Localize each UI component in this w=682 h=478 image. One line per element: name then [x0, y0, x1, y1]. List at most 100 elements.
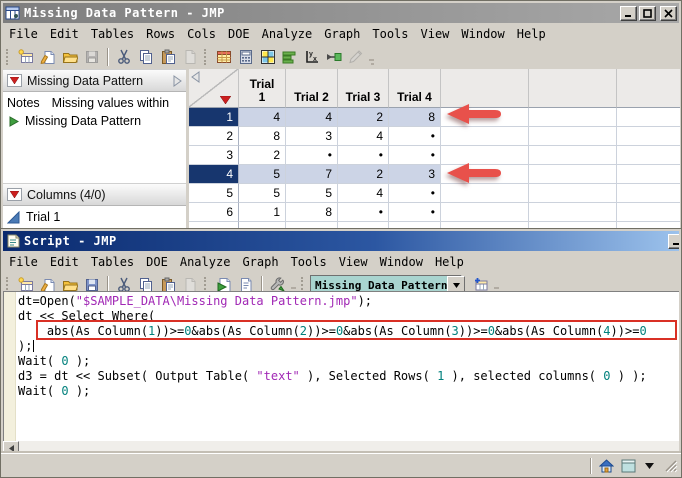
code-line[interactable]: );: [18, 339, 679, 354]
menu-view[interactable]: View: [333, 253, 374, 271]
toolbar-overflow-icon[interactable]: [367, 48, 376, 66]
menu-view[interactable]: View: [415, 25, 456, 43]
menu-help[interactable]: Help: [429, 253, 470, 271]
data-cell[interactable]: 8: [286, 203, 338, 222]
menu-window[interactable]: Window: [374, 253, 429, 271]
menu-tools[interactable]: Tools: [285, 253, 333, 271]
window-list-icon[interactable]: [621, 459, 636, 473]
bar-chart-button[interactable]: [279, 46, 301, 68]
menu-cols[interactable]: Cols: [181, 25, 222, 43]
titlebar[interactable]: Missing Data Pattern - JMP: [3, 3, 679, 23]
column-header-trial-3[interactable]: Trial 3: [338, 69, 389, 108]
data-cell[interactable]: 1: [239, 203, 286, 222]
new-journal-button[interactable]: [37, 46, 59, 68]
resize-grip-icon[interactable]: [663, 458, 678, 473]
data-cell[interactable]: [617, 184, 680, 203]
data-cell[interactable]: 4: [286, 108, 338, 127]
column-header-trial-1[interactable]: Trial 1: [239, 69, 286, 108]
red-triangle-menu-icon[interactable]: [7, 74, 22, 87]
grid-collapse-icon[interactable]: [191, 71, 200, 86]
minimize-button[interactable]: [668, 233, 679, 249]
titlebar[interactable]: Script - JMP: [3, 231, 679, 251]
data-cell[interactable]: [617, 108, 680, 127]
code-line[interactable]: d3 = dt << Subset( Output Table( "text" …: [18, 369, 679, 384]
data-cell[interactable]: 4: [338, 184, 389, 203]
data-cell[interactable]: [441, 184, 529, 203]
data-cell[interactable]: 2: [239, 146, 286, 165]
row-number-cell[interactable]: 1: [189, 108, 239, 127]
window-grid-button[interactable]: [257, 46, 279, 68]
grid-corner-cell[interactable]: [189, 69, 239, 108]
menu-help[interactable]: Help: [511, 25, 552, 43]
toolbar-gripper[interactable]: [204, 49, 209, 65]
table-row[interactable]: 3 2 • • •: [189, 146, 680, 165]
data-cell[interactable]: [529, 203, 617, 222]
row-number-cell[interactable]: 2: [189, 127, 239, 146]
data-cell[interactable]: 5: [239, 184, 286, 203]
maximize-button[interactable]: [639, 5, 656, 21]
column-header-trial-4[interactable]: Trial 4: [389, 69, 441, 108]
data-cell[interactable]: [617, 127, 680, 146]
new-table-button[interactable]: [15, 46, 37, 68]
copy-button[interactable]: [135, 46, 157, 68]
columns-panel-header[interactable]: Columns (4/0): [3, 183, 186, 206]
minimize-button[interactable]: [620, 5, 637, 21]
data-cell[interactable]: [617, 146, 680, 165]
menu-file[interactable]: File: [3, 25, 44, 43]
data-cell[interactable]: 4: [338, 127, 389, 146]
data-cell[interactable]: •: [286, 146, 338, 165]
data-cell[interactable]: [617, 203, 680, 222]
data-cell[interactable]: •: [338, 146, 389, 165]
data-cell[interactable]: [529, 146, 617, 165]
row-number-cell[interactable]: 3: [189, 146, 239, 165]
panel-collapse-icon[interactable]: [173, 74, 182, 87]
row-number-cell[interactable]: 5: [189, 184, 239, 203]
column-list-item[interactable]: Trial 1: [3, 208, 186, 226]
data-cell[interactable]: 8: [389, 108, 441, 127]
table-row[interactable]: 5 5 5 4 •: [189, 184, 680, 203]
data-cell[interactable]: 5: [239, 165, 286, 184]
column-header-trial-2[interactable]: Trial 2: [286, 69, 338, 108]
rows-red-triangle-icon[interactable]: [219, 94, 232, 107]
cut-button[interactable]: [113, 46, 135, 68]
data-cell[interactable]: •: [389, 184, 441, 203]
data-cell[interactable]: 7: [286, 165, 338, 184]
menu-graph[interactable]: Graph: [318, 25, 366, 43]
paste-button[interactable]: [157, 46, 179, 68]
data-cell[interactable]: 5: [286, 184, 338, 203]
menu-window[interactable]: Window: [455, 25, 510, 43]
data-cell[interactable]: [441, 127, 529, 146]
menu-tables[interactable]: Tables: [85, 25, 140, 43]
table-row[interactable]: 6 1 8 • •: [189, 203, 680, 222]
toolbar-gripper[interactable]: [6, 49, 11, 65]
status-menu-arrow-icon[interactable]: [645, 462, 654, 469]
menu-analyze[interactable]: Analyze: [174, 253, 237, 271]
data-cell[interactable]: 2: [338, 108, 389, 127]
menu-file[interactable]: File: [3, 253, 44, 271]
open-button[interactable]: [59, 46, 81, 68]
script-editor[interactable]: dt=Open("$SAMPLE_DATA\Missing Data Patte…: [3, 291, 679, 442]
run-script-green-triangle-icon[interactable]: [9, 115, 19, 127]
menu-edit[interactable]: Edit: [44, 25, 85, 43]
data-cell[interactable]: [529, 184, 617, 203]
data-cell[interactable]: [617, 165, 680, 184]
row-number-cell[interactable]: 4: [189, 165, 239, 184]
table-script-item[interactable]: Missing Data Pattern: [3, 112, 186, 130]
menu-analyze[interactable]: Analyze: [256, 25, 319, 43]
table-row[interactable]: 45723: [189, 165, 680, 184]
data-cell[interactable]: •: [338, 203, 389, 222]
code-line[interactable]: Wait( 0 );: [18, 354, 679, 369]
data-cell[interactable]: 4: [239, 108, 286, 127]
data-cell[interactable]: 8: [239, 127, 286, 146]
menu-doe[interactable]: DOE: [140, 253, 174, 271]
red-triangle-menu-icon[interactable]: [7, 188, 22, 201]
table-row[interactable]: 2 8 3 4 •: [189, 127, 680, 146]
data-grid[interactable]: Trial 1 Trial 2 Trial 3 Trial 4 1 4 4 2 8 2 8 3 4 • 3 2…: [189, 69, 680, 233]
data-cell[interactable]: •: [389, 146, 441, 165]
column-header-empty[interactable]: [529, 69, 617, 108]
table-row[interactable]: 14428: [189, 108, 680, 127]
data-cell[interactable]: •: [389, 127, 441, 146]
menu-tools[interactable]: Tools: [366, 25, 414, 43]
join-button[interactable]: [323, 46, 345, 68]
data-cell[interactable]: [529, 108, 617, 127]
